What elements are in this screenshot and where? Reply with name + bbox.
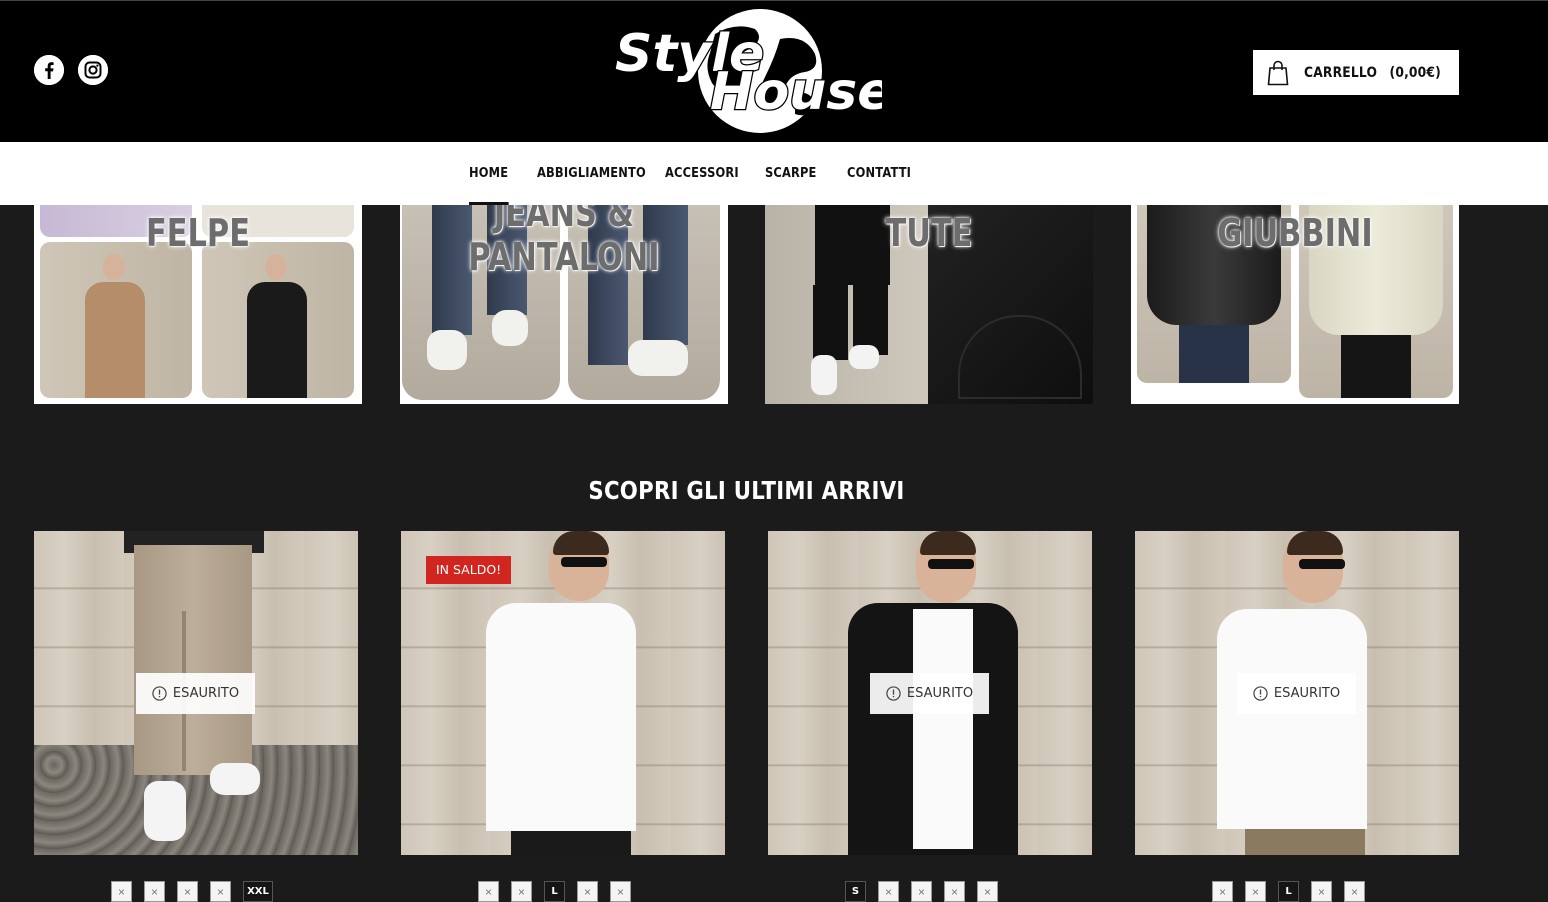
main-navigation: HOME ABBIGLIAMENTO ACCESSORI SCARPE CONT… [0,142,1548,205]
category-jeans-pantaloni[interactable]: JEANS & PANTALONI [400,205,728,404]
sale-badge: IN SALDO! [426,556,512,584]
logo-text-house: House [710,62,882,122]
size-option[interactable]: L [544,881,565,902]
size-unavailable: × [911,881,932,902]
size-unavailable: × [1245,881,1266,902]
product-card[interactable]: IN SALDO! [401,531,725,855]
alert-icon [152,686,167,701]
soldout-badge: ESAURITO [1237,673,1356,714]
size-unavailable: × [177,881,198,902]
category-tute[interactable]: TUTE [765,205,1093,404]
shopping-bag-icon [1267,60,1289,85]
category-tute-label: TUTE [885,211,973,255]
alert-icon [1253,686,1268,701]
category-jeans-label-line2: PANTALONI [468,235,660,279]
facebook-icon[interactable] [34,55,64,85]
nav-contatti[interactable]: CONTATTI [847,142,911,205]
product-card[interactable]: ESAURITO [34,531,358,855]
nav-accessori[interactable]: ACCESSORI [665,142,739,205]
instagram-icon[interactable] [78,55,108,85]
product-card[interactable]: ESAURITO [1135,531,1459,855]
size-options: × × × × XXL [111,881,273,902]
size-unavailable: × [210,881,231,902]
soldout-badge: ESAURITO [136,673,255,714]
size-unavailable: × [944,881,965,902]
latest-arrivals-title: SCOPRI GLI ULTIMI ARRIVI [588,476,905,505]
nav-scarpe[interactable]: SCARPE [765,142,817,205]
size-option[interactable]: S [845,881,866,902]
size-options: × × L × × [1212,881,1365,902]
category-giubbini-label: GIUBBINI [1217,211,1373,255]
category-jeans-label-line1: JEANS & [493,205,635,235]
size-unavailable: × [111,881,132,902]
size-unavailable: × [878,881,899,902]
size-unavailable: × [610,881,631,902]
cart-button[interactable]: CARRELLO (0,00€) [1253,50,1459,95]
soldout-badge: ESAURITO [870,673,989,714]
size-unavailable: × [478,881,499,902]
nav-abbigliamento[interactable]: ABBIGLIAMENTO [537,142,646,205]
size-unavailable: × [1212,881,1233,902]
site-header: Style House CARRELLO (0,00€) [0,0,1548,142]
size-unavailable: × [1311,881,1332,902]
product-card[interactable]: ESAURITO [768,531,1092,855]
nav-home[interactable]: HOME [469,142,508,205]
size-options: S × × × × [845,881,998,902]
size-unavailable: × [977,881,998,902]
soldout-label: ESAURITO [906,686,974,701]
size-option[interactable]: L [1278,881,1299,902]
size-option[interactable]: XXL [243,881,273,902]
alert-icon [886,686,901,701]
soldout-label: ESAURITO [172,686,240,701]
size-unavailable: × [1344,881,1365,902]
size-unavailable: × [511,881,532,902]
size-options: × × L × × [478,881,631,902]
size-unavailable: × [144,881,165,902]
category-giubbini[interactable]: GIUBBINI [1131,205,1459,404]
size-unavailable: × [577,881,598,902]
category-felpe[interactable]: FELPE [34,205,362,404]
category-felpe-label: FELPE [146,211,250,255]
soldout-label: ESAURITO [1273,686,1341,701]
cart-total: (0,00€) [1389,64,1442,81]
cart-label: CARRELLO [1304,64,1378,81]
site-logo[interactable]: Style House [610,9,894,137]
